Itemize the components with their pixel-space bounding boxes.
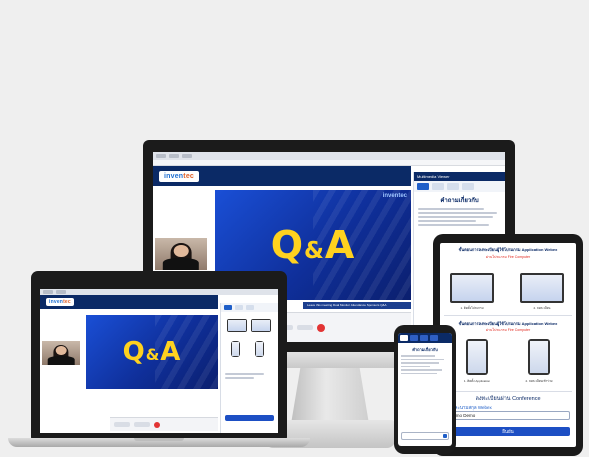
section-divider [444,315,572,316]
tablet-screen: ขั้นตอนการลงทะเบียนผู้ใช้โปรแกรม Applica… [440,243,576,447]
logo-text-accent: tec [183,172,195,180]
side-tab-poll[interactable] [462,183,474,190]
phone-question-input[interactable] [401,432,449,440]
caption-1: 1. ติดตั้งโปรแกรม [460,306,484,310]
multimedia-side-panel [220,303,278,433]
mute-button[interactable] [114,422,130,427]
qa-slide-text: Q&A [122,337,182,367]
thumb-laptop [251,319,271,332]
phone-text [398,355,452,374]
phone-tab-poll[interactable] [430,335,438,341]
qa-slide-text: Q&A [270,223,356,267]
qa-slide: Q&A [86,315,218,389]
side-panel-heading: คำถามเกี่ยวกับ [440,198,479,204]
laptop-illustration-2 [520,273,564,303]
section-divider [444,391,572,392]
caption-4: 2. ลงทะเบียนเข้าร่วม [525,379,553,383]
name-input[interactable]: Demo Demo [446,411,570,420]
phone-tab-qa[interactable] [420,335,428,341]
browser-tab[interactable] [169,154,179,158]
presenter-video[interactable] [155,238,207,270]
monitor-stand-neck [291,368,369,424]
side-panel-tabs [414,181,505,192]
laptop-illustration-1 [450,273,494,303]
caption-3: 1. ติดตั้ง Application [463,379,491,383]
app-header: inventec [153,166,411,186]
smartphone: คำถามเกี่ยวกับ [394,325,456,454]
browser-tab[interactable] [182,154,192,158]
laptop-notch [134,438,184,441]
browser-tab-bar [153,152,505,160]
side-tab-qa[interactable] [447,183,459,190]
side-tab-files[interactable] [432,183,444,190]
share-button[interactable] [297,325,313,330]
laptop: inventec Q&A [31,271,287,439]
leave-button[interactable] [317,323,325,332]
phone-screen: คำถามเกี่ยวกับ [398,333,452,446]
side-tab[interactable] [224,305,232,310]
thumb-laptop [227,319,247,332]
app-logo: inventec [46,298,74,306]
side-tab-chat[interactable] [417,183,429,190]
side-submit-button[interactable] [225,415,274,421]
side-panel-tabs [221,303,278,312]
phone-tab-chat[interactable] [400,335,408,341]
phone-tab-files[interactable] [410,335,418,341]
device-mockup-scene: inventec inventec Q&A Leave this meeting… [0,0,589,457]
leave-button[interactable] [154,421,160,428]
video-button[interactable] [134,422,150,427]
thumb-phone [231,341,240,357]
slide-brand: inventec [382,193,407,199]
phone-tab-bar [398,333,452,343]
form-title: ลงทะเบียนผ่าน Conference [475,396,541,402]
presenter-video[interactable] [42,341,80,365]
meeting-toolbar [110,417,218,431]
laptop-app-header: inventec [40,295,218,309]
laptop-screen: inventec Q&A [40,289,278,433]
side-tab[interactable] [235,305,243,310]
side-panel-text [414,208,505,226]
side-panel-title: Multimedia Viewer [414,172,505,181]
side-panel-text [221,373,278,381]
section-subtitle-2: ผ่านโปรแกรม Fire Computer [485,328,531,332]
phone-heading: คำถามเกี่ยวกับ [412,347,438,352]
browser-tab[interactable] [156,154,166,158]
section-title-1: ขั้นตอนการลงทะเบียนผู้ใช้โปรแกรม Applica… [458,247,558,252]
caption-2: 2. ลงทะเบียน [533,306,551,310]
submit-button[interactable]: ยืนยัน [446,427,570,436]
browser-tab[interactable] [43,290,53,294]
browser-tab[interactable] [56,290,66,294]
section-subtitle-1: ผ่านโปรแกรม Fire Computer [485,255,531,259]
app-logo: inventec [159,170,200,182]
phone-illustration-1 [466,339,488,375]
phone-illustration-2 [528,339,550,375]
side-tab[interactable] [246,305,254,310]
bottom-ticker: Leave this meeting Dual Monitor Attendan… [303,302,411,309]
logo-text: inven [164,172,184,180]
thumb-phone [255,341,264,357]
send-icon[interactable] [443,434,447,438]
